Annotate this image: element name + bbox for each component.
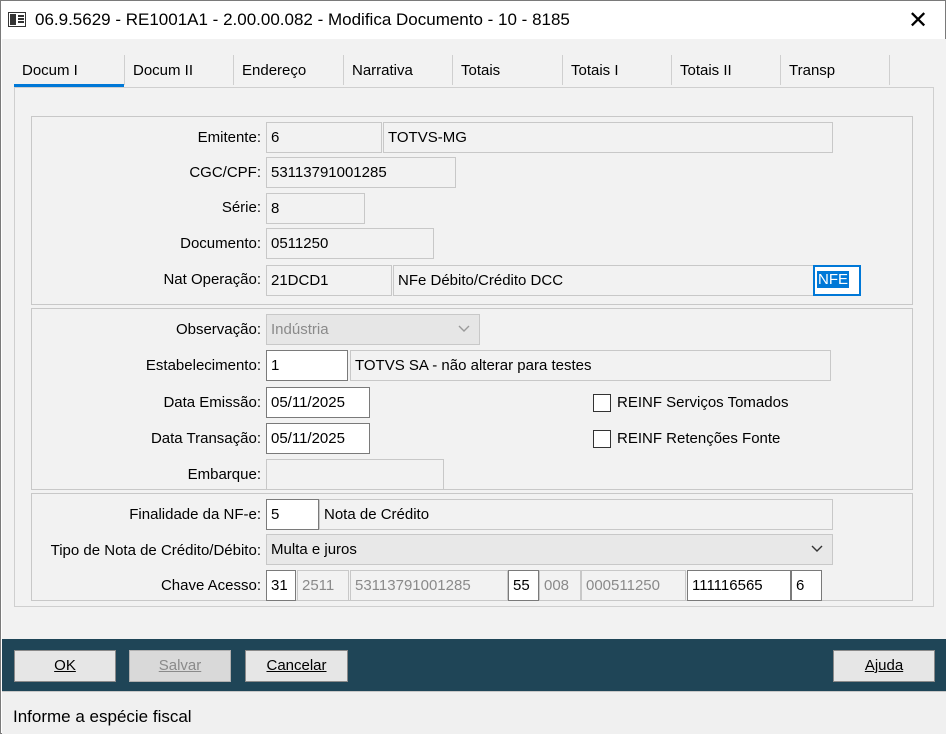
app-icon [8, 12, 26, 27]
emission-group: Observação: Indústria Estabelecimento: 1… [31, 308, 913, 490]
reinf-servicos-checkbox[interactable]: REINF Serviços Tomados [593, 392, 813, 414]
document-group: Emitente: 6 TOTVS-MG CGC/CPF: 5311379100… [31, 116, 913, 305]
cancelar-button[interactable]: Cancelar [245, 650, 348, 682]
tab-narrativa[interactable]: Narrativa [344, 55, 452, 87]
tab-totais-ii[interactable]: Totais II [672, 55, 780, 87]
chevron-down-icon [458, 325, 470, 332]
especie-field[interactable]: NFE [813, 265, 861, 296]
embarque-label: Embarque: [187, 466, 261, 483]
status-bar: Informe a espécie fiscal [2, 691, 946, 734]
ajuda-button-label: Ajuda [864, 657, 904, 674]
tab-bar: Docum I Docum II Endereço Narrativa Tota… [14, 55, 890, 87]
cgc-cpf-label: CGC/CPF: [189, 164, 261, 181]
finalidade-label: Finalidade da NF-e: [129, 506, 261, 523]
tabs-area: Docum I Docum II Endereço Narrativa Tota… [2, 39, 946, 639]
nat-operacao-label: Nat Operação: [163, 271, 261, 288]
status-message: Informe a espécie fiscal [13, 707, 192, 726]
tab-docum-i[interactable]: Docum I [14, 55, 124, 87]
ok-button-label: OK [54, 657, 76, 674]
title-bar: 06.9.5629 - RE1001A1 - 2.00.00.082 - Mod… [1, 1, 945, 39]
data-emissao-label: Data Emissão: [163, 394, 261, 411]
emitente-name-field: TOTVS-MG [383, 122, 833, 153]
finalidade-description-field: Nota de Crédito [319, 499, 833, 530]
observacao-value: Indústria [271, 321, 329, 338]
tab-label: Transp [789, 62, 836, 79]
chave-acesso-label: Chave Acesso: [160, 577, 261, 594]
chevron-down-icon [811, 545, 823, 552]
ajuda-button[interactable]: Ajuda [833, 650, 935, 682]
tab-transp[interactable]: Transp [781, 55, 889, 87]
ok-button[interactable]: OK [14, 650, 116, 682]
estabelecimento-label: Estabelecimento: [145, 357, 261, 374]
emitente-code-field[interactable]: 6 [266, 122, 382, 153]
tab-endereco[interactable]: Endereço [234, 55, 343, 87]
salvar-button[interactable]: Salvar [129, 650, 231, 682]
checkbox-box [593, 394, 611, 412]
data-transacao-label: Data Transação: [150, 430, 261, 447]
chave-codigo-field[interactable]: 111116565 [687, 570, 791, 601]
reinf-retencoes-label: REINF Retenções Fonte [617, 430, 781, 447]
tab-separator [889, 55, 890, 85]
especie-value: NFE [817, 271, 849, 288]
chave-numero-field: 000511250 [581, 570, 686, 601]
chave-dv-field[interactable]: 6 [791, 570, 822, 601]
tab-label: Totais I [571, 62, 619, 79]
chave-cnpj-field: 53113791001285 [350, 570, 508, 601]
tab-label: Docum II [133, 62, 194, 79]
tab-label: Totais [461, 62, 501, 79]
nat-operacao-code-field: 21DCD1 [266, 265, 392, 296]
documento-label: Documento: [180, 235, 261, 252]
cancelar-button-label: Cancelar [266, 657, 327, 674]
tab-docum-ii[interactable]: Docum II [125, 55, 233, 87]
cgc-cpf-field: 53113791001285 [266, 157, 456, 188]
emitente-label: Emitente: [197, 129, 261, 146]
window: 06.9.5629 - RE1001A1 - 2.00.00.082 - Mod… [0, 0, 946, 734]
reinf-retencoes-checkbox[interactable]: REINF Retenções Fonte [593, 428, 813, 450]
button-bar: OK Salvar Cancelar Ajuda [2, 639, 946, 691]
chave-uf-field[interactable]: 31 [266, 570, 296, 601]
tipo-nota-select[interactable]: Multa e juros [266, 534, 833, 565]
estabelecimento-name-field: TOTVS SA - não alterar para testes [350, 350, 831, 381]
close-icon[interactable]: ✕ [903, 7, 933, 35]
documento-field: 0511250 [266, 228, 434, 259]
serie-field: 8 [266, 193, 365, 224]
tipo-nota-label: Tipo de Nota de Crédito/Débito: [50, 542, 261, 559]
tab-panel-docum-i: Emitente: 6 TOTVS-MG CGC/CPF: 5311379100… [14, 87, 934, 607]
finalidade-code-field[interactable]: 5 [266, 499, 319, 530]
tab-totais[interactable]: Totais [453, 55, 562, 87]
observacao-label: Observação: [175, 321, 261, 338]
tab-label: Docum I [22, 62, 78, 79]
embarque-field [266, 459, 444, 490]
tab-label: Endereço [242, 62, 307, 79]
serie-label: Série: [221, 199, 261, 216]
nat-operacao-description-field: NFe Débito/Crédito DCC [393, 265, 833, 296]
window-title: 06.9.5629 - RE1001A1 - 2.00.00.082 - Mod… [35, 10, 570, 29]
data-transacao-field[interactable]: 05/11/2025 [266, 423, 370, 454]
tipo-nota-value: Multa e juros [271, 541, 357, 558]
salvar-button-label: Salvar [158, 657, 202, 674]
chave-serie-field: 008 [539, 570, 581, 601]
tab-label: Totais II [680, 62, 732, 79]
checkbox-box [593, 430, 611, 448]
observacao-select[interactable]: Indústria [266, 314, 480, 345]
reinf-servicos-label: REINF Serviços Tomados [617, 394, 789, 411]
nfe-group: Finalidade da NF-e: 5 Nota de Crédito Ti… [31, 493, 913, 601]
estabelecimento-code-field[interactable]: 1 [266, 350, 348, 381]
tab-totais-i[interactable]: Totais I [563, 55, 671, 87]
chave-aamm-field: 2511 [297, 570, 349, 601]
tab-label: Narrativa [352, 62, 413, 79]
chave-modelo-field[interactable]: 55 [508, 570, 539, 601]
data-emissao-field[interactable]: 05/11/2025 [266, 387, 370, 418]
